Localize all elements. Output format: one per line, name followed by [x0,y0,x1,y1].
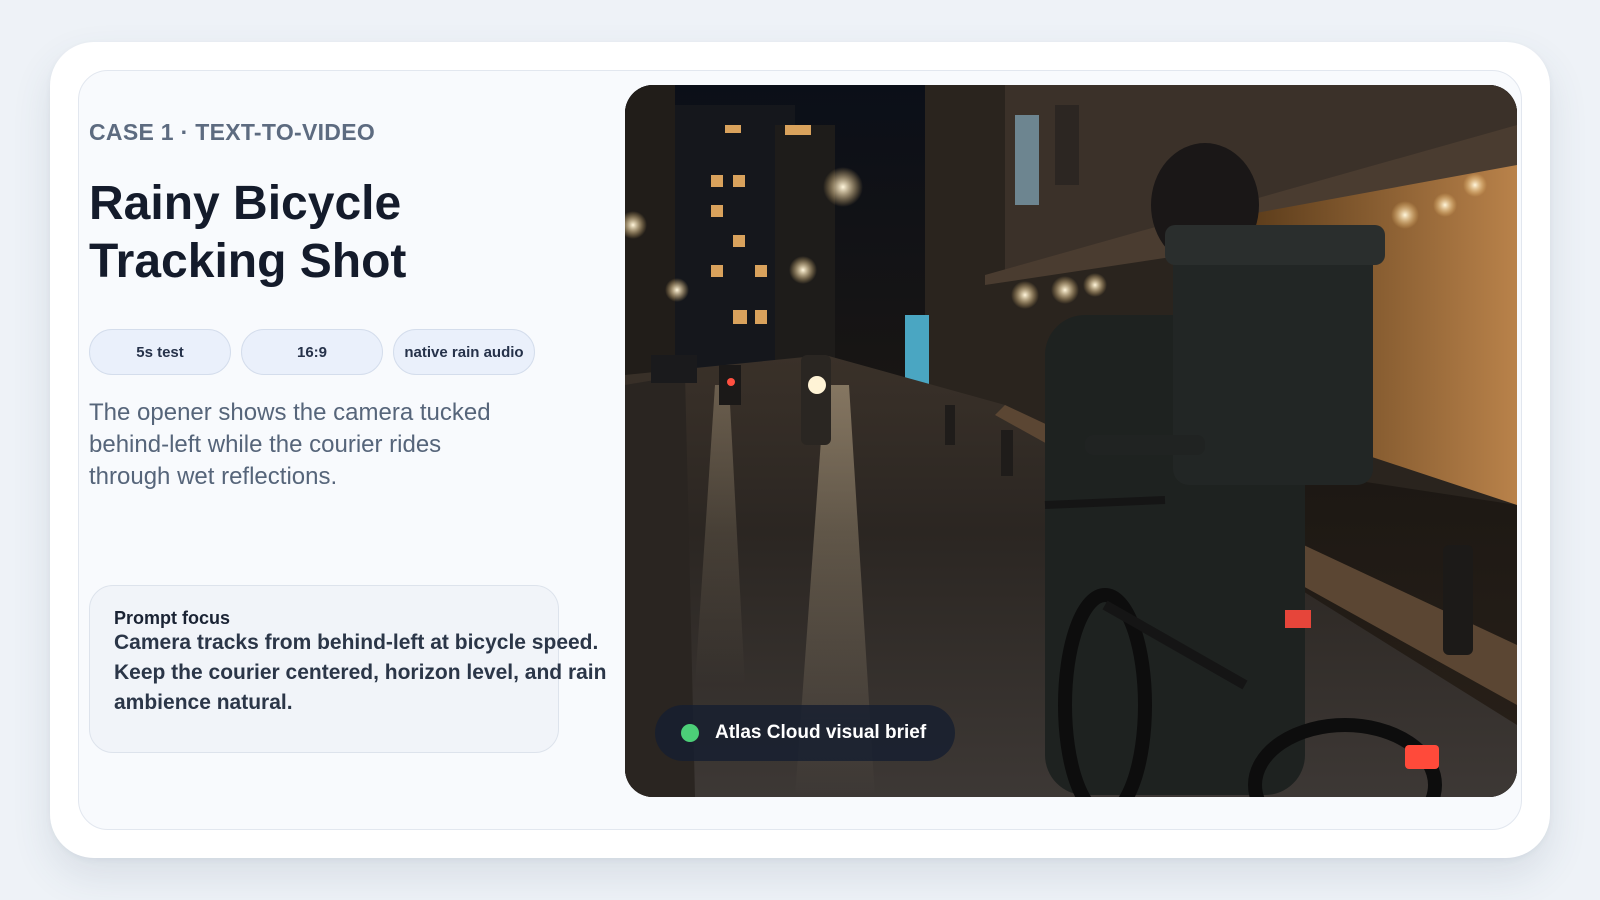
case-card: CASE 1 · TEXT-TO-VIDEO Rainy Bicycle Tra… [50,42,1550,858]
prompt-focus-label: Prompt focus [114,608,231,628]
badge-label: Atlas Cloud visual brief [715,722,927,743]
status-dot-icon [681,724,699,742]
chip-duration[interactable]: 5s test [89,329,231,375]
case-label: CASE 1 · TEXT-TO-VIDEO [89,119,376,145]
page-title: Rainy Bicycle Tracking Shot [89,175,569,291]
title-line-2: Tracking Shot [89,235,407,288]
rainy-street-scene [625,85,1517,797]
case-description: The opener shows the camera tucked behin… [89,399,491,490]
visual-brief-badge: Atlas Cloud visual brief [655,705,955,761]
preview-image: Atlas Cloud visual brief [625,85,1517,797]
chip-audio[interactable]: native rain audio [393,329,535,375]
prompt-focus-box: Prompt focus Camera tracks from behind-l… [89,585,606,753]
prompt-focus-text: Camera tracks from behind-left at bicycl… [114,631,607,714]
case-panel: CASE 1 · TEXT-TO-VIDEO Rainy Bicycle Tra… [78,70,1522,830]
title-line-1: Rainy Bicycle [89,177,402,230]
chip-aspect-ratio[interactable]: 16:9 [241,329,383,375]
tag-chips: 5s test 16:9 native rain audio [89,329,535,375]
